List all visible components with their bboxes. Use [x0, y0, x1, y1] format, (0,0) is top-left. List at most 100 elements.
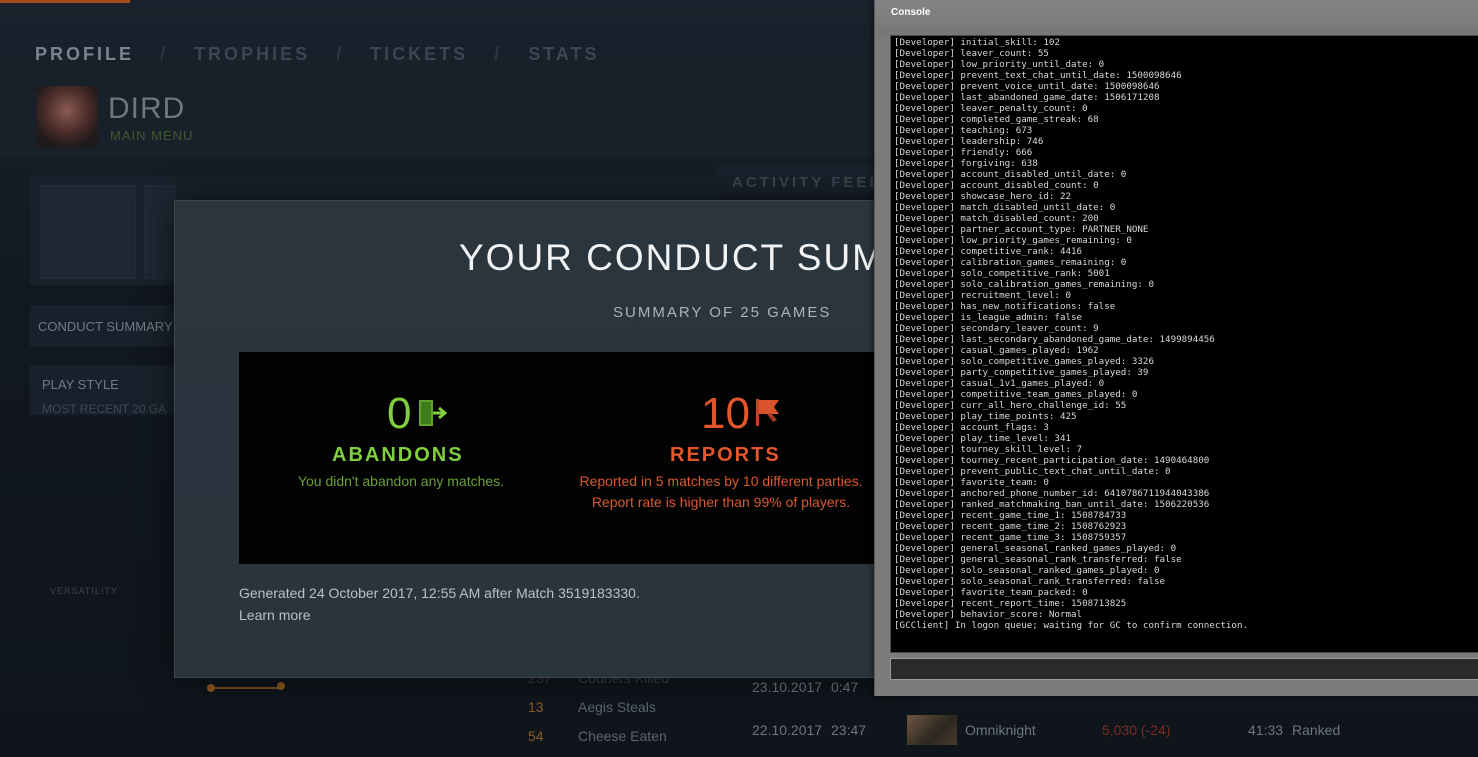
radar-chart-point [277, 682, 285, 690]
generated-timestamp: Generated 24 October 2017, 12:55 AM afte… [239, 585, 640, 601]
console-log-line: [Developer] recent_report_time: 15087138… [894, 598, 1127, 609]
console-title: Console [891, 7, 931, 18]
console-log-line: [Developer] recent_game_time_2: 15087629… [894, 521, 1127, 532]
console-log-line: [Developer] anchored_phone_number_id: 64… [894, 488, 1210, 499]
console-command-input[interactable] [890, 658, 1478, 680]
showcase-tile[interactable] [144, 185, 176, 279]
console-log-line: [Developer] ranked_matchmaking_ban_until… [894, 499, 1210, 510]
console-log-line: [Developer] play_time_points: 425 [894, 411, 1077, 422]
console-log-line: [Developer] casual_1v1_games_played: 0 [894, 378, 1105, 389]
console-log-line: [Developer] solo_calibration_games_remai… [894, 279, 1154, 290]
reports-label: REPORTS [670, 444, 781, 466]
console-log-line: [Developer] is_league_admin: false [894, 312, 1083, 323]
console-log-line: [Developer] favorite_team_packed: 0 [894, 587, 1088, 598]
console-log-line: [Developer] play_time_level: 341 [894, 433, 1072, 444]
console-log-line: [Developer] solo_seasonal_ranked_games_p… [894, 565, 1160, 576]
player-name: DIRD [108, 92, 186, 125]
console-log-line: [Developer] secondary_leaver_count: 9 [894, 323, 1099, 334]
nav-tickets[interactable]: TICKETS [370, 44, 468, 64]
console-log-line: [Developer] calibration_games_remaining:… [894, 257, 1127, 268]
console-log-line: [Developer] competitive_team_games_playe… [894, 389, 1138, 400]
nav-separator: / [494, 44, 503, 64]
hero-portrait[interactable] [907, 715, 957, 745]
console-log-line: [Developer] has_new_notifications: false [894, 301, 1116, 312]
console-log-line: [Developer] partner_account_type: PARTNE… [894, 224, 1149, 235]
console-log-list: [Developer] initial_skill: 102 [Developer… [891, 36, 1478, 631]
most-recent-label: MOST RECENT 20 GA [42, 402, 167, 416]
console-log-line: [Developer] favorite_team: 0 [894, 477, 1049, 488]
console-log-line: [Developer] leaver_count: 55 [894, 48, 1049, 59]
nav-separator: / [336, 44, 345, 64]
console-window[interactable]: Console [Developer] initial_skill: 102 [D… [874, 0, 1478, 696]
console-log-line: [Developer] general_seasonal_rank_transf… [894, 554, 1182, 565]
activity-feed-title: ACTIVITY FEED [732, 174, 884, 191]
match-date: 22.10.2017 [752, 722, 823, 738]
modal-subtitle: SUMMARY OF 25 GAMES [613, 304, 832, 321]
console-log-line: [Developer] friendly: 666 [894, 147, 1033, 158]
conduct-summary-label: CONDUCT SUMMARY [38, 319, 173, 334]
console-log-line: [Developer] prevent_public_text_chat_unt… [894, 466, 1171, 477]
console-log-line: [Developer] leaver_penalty_count: 0 [894, 103, 1088, 114]
console-log-line: [Developer] recruitment_level: 0 [894, 290, 1072, 301]
console-log-line: [Developer] competitive_rank: 4416 [894, 246, 1083, 257]
console-log-line: [Developer] last_secondary_abandoned_gam… [894, 334, 1215, 345]
conduct-stats-box: 0 ABANDONS You didn't abandon any matche… [239, 352, 895, 564]
nav-trophies[interactable]: TROPHIES [194, 44, 310, 64]
console-log-line: [Developer] recent_game_time_1: 15087847… [894, 510, 1127, 521]
console-output[interactable]: [Developer] initial_skill: 102 [Developer… [890, 35, 1478, 653]
radar-chart-point [207, 684, 215, 692]
stat-label: Aegis Steals [578, 699, 656, 715]
console-log-line: [Developer] prevent_text_chat_until_date… [894, 70, 1182, 81]
nav-profile[interactable]: PROFILE [35, 44, 134, 64]
profile-nav: PROFILE / TROPHIES / TICKETS / STATS [35, 44, 618, 65]
console-log-line: [Developer] teaching: 673 [894, 125, 1033, 136]
stat-value: 54 [528, 728, 544, 744]
match-hero[interactable]: Omniknight [965, 722, 1036, 738]
reports-description-2: Report rate is higher than 99% of player… [591, 494, 851, 510]
match-duration: 41:33 [1248, 722, 1284, 738]
console-log-line: [Developer] recent_game_time_3: 15087593… [894, 532, 1127, 543]
play-style-label: PLAY STYLE [42, 377, 119, 392]
abandons-count: 0 [387, 389, 412, 438]
console-log-line: [Developer] last_abandoned_game_date: 15… [894, 92, 1160, 103]
console-log-line: [GCClient] In logon queue; waiting for G… [894, 620, 1249, 631]
player-status: MAIN MENU [110, 128, 194, 143]
console-log-line: [Developer] low_priority_games_remaining… [894, 235, 1132, 246]
console-log-line: [Developer] curr_all_hero_challenge_id: … [894, 400, 1127, 411]
console-log-line: [Developer] tourney_skill_level: 7 [894, 444, 1083, 455]
console-log-line: [Developer] forgiving: 638 [894, 158, 1038, 169]
console-log-line: [Developer] match_disabled_until_date: 0 [894, 202, 1116, 213]
nav-stats[interactable]: STATS [528, 44, 599, 64]
console-log-line: [Developer] initial_skill: 102 [894, 37, 1060, 48]
reports-description-1: Reported in 5 matches by 10 different pa… [579, 473, 863, 489]
stat-value: 13 [528, 699, 544, 715]
console-log-line: [Developer] general_seasonal_ranked_game… [894, 543, 1177, 554]
showcase-tile[interactable] [40, 185, 136, 279]
console-log-line: [Developer] match_disabled_count: 200 [894, 213, 1099, 224]
top-accent-bar [0, 0, 130, 3]
learn-more-link[interactable]: Learn more [239, 607, 311, 623]
console-log-line: [Developer] low_priority_until_date: 0 [894, 59, 1105, 70]
console-log-line: [Developer] showcase_hero_id: 22 [894, 191, 1072, 202]
match-mmr: 5,030 (-24) [1102, 722, 1171, 738]
console-log-line: [Developer] casual_games_played: 1962 [894, 345, 1099, 356]
nav-separator: / [160, 44, 169, 64]
match-time: 23:47 [831, 722, 867, 738]
versatility-label: VERSATILITY [50, 586, 118, 596]
radar-chart-edge [210, 687, 284, 689]
match-mode: Ranked [1292, 722, 1341, 738]
conduct-summary-modal: YOUR CONDUCT SUMMARY SUMMARY OF 25 GAMES… [174, 200, 896, 678]
console-log-line: [Developer] behavior_score: Normal [894, 609, 1083, 620]
avatar[interactable] [36, 86, 98, 148]
reports-count: 10 [701, 389, 750, 438]
report-flag-icon [753, 396, 783, 433]
abandon-door-icon [417, 398, 448, 433]
abandons-description: You didn't abandon any matches. [297, 473, 505, 489]
console-titlebar[interactable] [875, 0, 1478, 35]
console-log-line: [Developer] solo_competitive_rank: 5001 [894, 268, 1110, 279]
stat-label: Cheese Eaten [578, 728, 667, 744]
match-date: 23.10.2017 [752, 679, 823, 695]
console-log-line: [Developer] completed_game_streak: 68 [894, 114, 1099, 125]
console-log-line: [Developer] solo_seasonal_rank_transferr… [894, 576, 1166, 587]
console-log-line: [Developer] leadership: 746 [894, 136, 1044, 147]
